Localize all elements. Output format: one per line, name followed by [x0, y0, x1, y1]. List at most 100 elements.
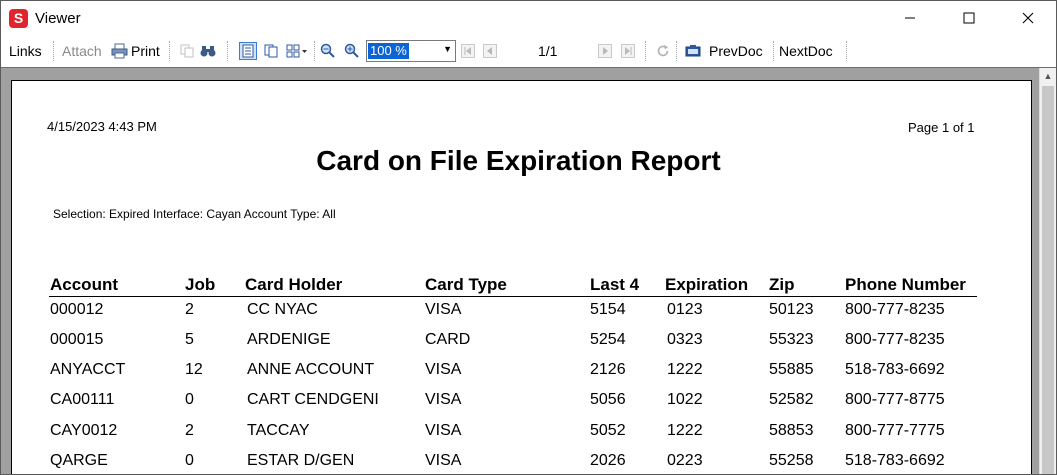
cell-zip: 50123 — [769, 301, 814, 318]
cell-zip: 55323 — [769, 331, 814, 348]
cell-phone-number: 800-777-8775 — [845, 391, 945, 408]
cell-job: 5 — [185, 331, 194, 348]
toolbar: Links Attach Print 100 % ▼ 1/1 PrevDoc N… — [1, 35, 1056, 67]
report-title: Card on File Expiration Report — [316, 145, 721, 176]
cell-zip: 58853 — [769, 422, 814, 439]
cell-account: CA00111 — [50, 391, 115, 408]
cell-expiration: 0123 — [667, 301, 703, 318]
column-header-card-holder: Card Holder — [245, 275, 343, 294]
cell-phone-number: 800-777-8235 — [845, 331, 945, 348]
report-page-number: Page 1 of 1 — [908, 120, 975, 135]
cell-last-4: 5154 — [590, 301, 626, 318]
cell-expiration: 1222 — [667, 422, 703, 439]
single-page-view-button[interactable] — [239, 42, 257, 60]
cell-card-type: VISA — [425, 422, 462, 439]
toolbar-separator — [773, 41, 774, 61]
nextdoc-button[interactable]: NextDoc — [779, 35, 833, 67]
print-label: Print — [131, 43, 160, 59]
cell-card-type: VISA — [425, 391, 462, 408]
cell-card-holder: CART CENDGENI — [247, 391, 379, 408]
next-page-button[interactable] — [596, 42, 614, 60]
scroll-up-arrow-icon[interactable]: ▲ — [1040, 68, 1056, 84]
cell-last-4: 5056 — [590, 391, 626, 408]
cell-job: 0 — [185, 452, 194, 469]
continuous-view-button[interactable] — [262, 42, 280, 60]
zoom-out-button[interactable] — [319, 42, 337, 60]
cell-phone-number: 800-777-8235 — [845, 301, 945, 318]
page-indicator: 1/1 — [538, 43, 558, 59]
copy-button[interactable] — [178, 42, 196, 60]
printer-icon — [111, 43, 128, 59]
cell-card-type: VISA — [425, 361, 462, 378]
first-page-icon — [461, 44, 475, 58]
continuous-pages-icon — [264, 44, 278, 58]
column-header-card-type: Card Type — [425, 275, 507, 294]
zoom-select[interactable]: 100 % ▼ — [366, 40, 456, 62]
last-page-icon — [621, 44, 635, 58]
cell-card-holder: TACCAY — [247, 422, 310, 439]
app-logo-icon: S — [9, 9, 28, 28]
toolbar-separator — [645, 41, 646, 61]
close-button[interactable] — [1005, 1, 1051, 35]
toolbar-separator — [846, 41, 847, 61]
find-button[interactable] — [199, 42, 217, 60]
toolbar-separator — [314, 41, 315, 61]
toolbar-separator — [169, 41, 170, 61]
vertical-scrollbar[interactable]: ▲ — [1039, 68, 1056, 474]
viewer-window: S Viewer Links Attach Print 100 % ▼ 1/1 … — [0, 0, 1057, 475]
cell-card-holder: ANNE ACCOUNT — [247, 361, 375, 378]
cell-account: CAY0012 — [50, 422, 118, 439]
cell-card-holder: ESTAR D/GEN — [247, 452, 355, 469]
chevron-down-icon[interactable]: ▼ — [443, 44, 452, 54]
close-icon — [1022, 12, 1034, 24]
column-header-last-4: Last 4 — [590, 275, 640, 294]
refresh-button[interactable] — [654, 42, 672, 60]
next-page-icon — [598, 44, 612, 58]
last-page-button[interactable] — [619, 42, 637, 60]
minimize-button[interactable] — [887, 1, 933, 35]
multi-page-icon — [286, 44, 307, 58]
export-button[interactable] — [684, 42, 702, 60]
cell-expiration: 0323 — [667, 331, 703, 348]
column-header-expiration: Expiration — [665, 275, 749, 294]
multi-page-view-button[interactable] — [285, 42, 309, 60]
toolbar-separator — [676, 41, 677, 61]
cell-phone-number: 800-777-7775 — [845, 422, 945, 439]
minimize-icon — [905, 17, 915, 19]
cell-account: ANYACCT — [50, 361, 126, 378]
scrollbar-thumb[interactable] — [1042, 86, 1054, 474]
cell-zip: 55258 — [769, 452, 814, 469]
cell-card-holder: CC NYAC — [247, 301, 318, 318]
refresh-icon — [657, 45, 669, 57]
cell-expiration: 1022 — [667, 391, 703, 408]
previous-page-button[interactable] — [481, 42, 499, 60]
zoom-in-button[interactable] — [343, 42, 361, 60]
cell-card-holder: ARDENIGE — [247, 331, 331, 348]
maximize-icon — [963, 12, 975, 24]
print-button[interactable]: Print — [111, 35, 160, 67]
attach-button[interactable]: Attach — [62, 35, 102, 67]
zoom-out-icon — [320, 43, 335, 58]
cell-expiration: 1222 — [667, 361, 703, 378]
column-header-phone-number: Phone Number — [845, 275, 966, 294]
toolbar-separator — [53, 41, 54, 61]
cell-account: QARGE — [50, 452, 108, 469]
cell-card-type: CARD — [425, 331, 471, 348]
report-page: 4/15/2023 4:43 PM Page 1 of 1 Card on Fi… — [11, 80, 1032, 474]
cell-job: 12 — [185, 361, 203, 378]
cell-job: 2 — [185, 301, 194, 318]
cell-card-type: VISA — [425, 452, 462, 469]
prevdoc-button[interactable]: PrevDoc — [709, 35, 763, 67]
links-button[interactable]: Links — [9, 35, 42, 67]
cell-last-4: 2126 — [590, 361, 626, 378]
single-page-icon — [242, 44, 254, 58]
column-header-account: Account — [50, 275, 118, 294]
cell-job: 0 — [185, 391, 194, 408]
first-page-button[interactable] — [459, 42, 477, 60]
maximize-button[interactable] — [946, 1, 992, 35]
title-bar: S Viewer — [1, 1, 1056, 35]
cell-job: 2 — [185, 422, 194, 439]
zoom-value: 100 % — [368, 43, 409, 59]
cell-zip: 55885 — [769, 361, 814, 378]
zoom-in-icon — [344, 43, 359, 58]
